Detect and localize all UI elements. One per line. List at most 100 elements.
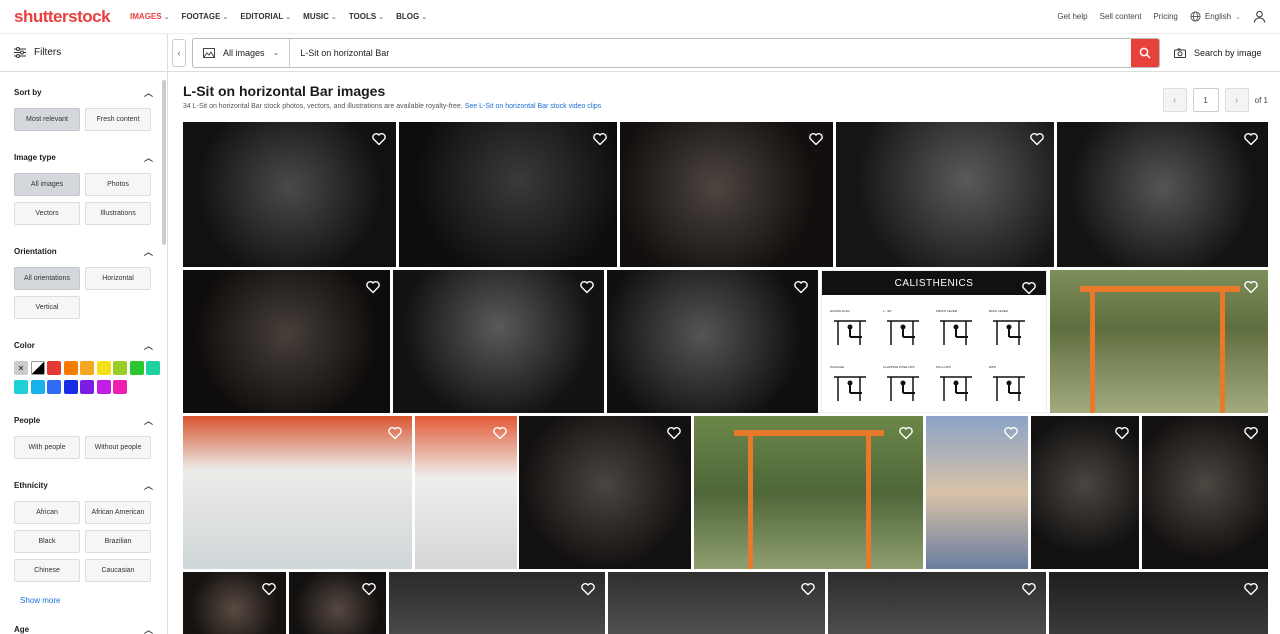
- color-swatch[interactable]: [80, 380, 94, 394]
- people-with[interactable]: With people: [14, 436, 80, 459]
- image-result[interactable]: [1142, 416, 1268, 569]
- ethnicity-african-american[interactable]: African American: [85, 501, 151, 524]
- favorite-heart-icon[interactable]: [899, 426, 913, 440]
- color-swatch[interactable]: [146, 361, 160, 375]
- color-swatch[interactable]: [113, 380, 127, 394]
- favorite-heart-icon[interactable]: [580, 280, 594, 294]
- sort-by-header[interactable]: Sort by ︿: [14, 86, 153, 99]
- color-swatch[interactable]: [47, 361, 61, 375]
- age-header[interactable]: Age ︿: [14, 623, 153, 634]
- color-swatch[interactable]: [63, 361, 78, 375]
- favorite-heart-icon[interactable]: [366, 280, 380, 294]
- color-swatch[interactable]: [129, 361, 144, 375]
- ethnicity-black[interactable]: Black: [14, 530, 80, 553]
- image-result[interactable]: [1057, 122, 1268, 267]
- language-selector[interactable]: English ⌄: [1190, 11, 1241, 22]
- type-all-images[interactable]: All images: [14, 173, 80, 196]
- orientation-horizontal[interactable]: Horizontal: [85, 267, 151, 290]
- color-swatch[interactable]: [80, 361, 94, 375]
- user-account-icon[interactable]: [1253, 10, 1266, 23]
- favorite-heart-icon[interactable]: [388, 426, 402, 440]
- search-input[interactable]: [290, 47, 1131, 58]
- nav-tools[interactable]: TOOLS ⌄: [349, 12, 384, 21]
- collapse-sidebar-button[interactable]: ‹: [172, 38, 186, 67]
- ethnicity-african[interactable]: African: [14, 501, 80, 524]
- type-illustrations[interactable]: Illustrations: [85, 202, 151, 225]
- prev-page-button[interactable]: ‹: [1162, 88, 1187, 112]
- favorite-heart-icon[interactable]: [493, 426, 507, 440]
- orientation-vertical[interactable]: Vertical: [14, 296, 80, 319]
- image-result[interactable]: [183, 416, 412, 569]
- image-result[interactable]: [694, 416, 923, 569]
- color-swatch[interactable]: [96, 380, 111, 394]
- page-input[interactable]: 1: [1192, 88, 1219, 112]
- image-result[interactable]: [183, 122, 396, 267]
- image-type-dropdown[interactable]: All images ⌄: [193, 38, 291, 67]
- get-help-link[interactable]: Get help: [1057, 12, 1087, 21]
- image-result[interactable]: [1049, 572, 1268, 634]
- favorite-heart-icon[interactable]: [801, 582, 815, 596]
- nav-footage[interactable]: FOOTAGE ⌄: [181, 12, 228, 21]
- favorite-heart-icon[interactable]: [1244, 132, 1258, 146]
- image-result[interactable]: [1031, 416, 1139, 569]
- orientation-header[interactable]: Orientation ︿: [14, 245, 153, 258]
- people-without[interactable]: Without people: [85, 436, 151, 459]
- favorite-heart-icon[interactable]: [1030, 132, 1044, 146]
- ethnicity-chinese[interactable]: Chinese: [14, 559, 80, 582]
- brand-logo[interactable]: shutterstock: [14, 7, 111, 27]
- search-by-image-button[interactable]: Search by image: [1174, 48, 1262, 58]
- people-header[interactable]: People ︿: [14, 414, 153, 427]
- color-swatch[interactable]: [113, 361, 127, 375]
- type-vectors[interactable]: Vectors: [14, 202, 80, 225]
- image-result[interactable]: [389, 572, 605, 634]
- ethnicity-brazilian[interactable]: Brazilian: [85, 530, 151, 553]
- orientation-all[interactable]: All orientations: [14, 267, 80, 290]
- black-white-swatch[interactable]: [30, 361, 45, 375]
- color-swatch[interactable]: [30, 380, 45, 394]
- no-color-swatch[interactable]: ✕: [14, 361, 28, 375]
- favorite-heart-icon[interactable]: [1022, 281, 1036, 295]
- color-swatch[interactable]: [47, 380, 61, 394]
- calisthenics-illustration[interactable]: CALISTHENICS HUMAN FLAG L - SIT FRONT LEVE…: [821, 270, 1047, 413]
- color-header[interactable]: Color ︿: [14, 339, 153, 352]
- color-swatch[interactable]: [96, 361, 111, 375]
- ethnicity-caucasian[interactable]: Caucasian: [85, 559, 151, 582]
- nav-blog[interactable]: BLOG ⌄: [396, 12, 427, 21]
- image-result[interactable]: [289, 572, 386, 634]
- image-result[interactable]: [183, 270, 390, 413]
- favorite-heart-icon[interactable]: [1244, 426, 1258, 440]
- filters-toggle[interactable]: Filters: [0, 34, 168, 71]
- image-result[interactable]: [519, 416, 691, 569]
- type-photos[interactable]: Photos: [85, 173, 151, 196]
- nav-editorial[interactable]: EDITORIAL ⌄: [240, 12, 291, 21]
- next-page-button[interactable]: ›: [1224, 88, 1249, 112]
- image-result[interactable]: [828, 572, 1046, 634]
- video-clips-link[interactable]: See L-Sit on horizontal Bar stock video …: [465, 103, 602, 110]
- sell-content-link[interactable]: Sell content: [1100, 12, 1142, 21]
- nav-images[interactable]: IMAGES ⌄: [130, 12, 169, 21]
- favorite-heart-icon[interactable]: [372, 132, 386, 146]
- favorite-heart-icon[interactable]: [809, 132, 823, 146]
- image-result[interactable]: [926, 416, 1028, 569]
- sidebar-scrollbar[interactable]: [162, 80, 166, 245]
- image-result[interactable]: [415, 416, 517, 569]
- favorite-heart-icon[interactable]: [667, 426, 681, 440]
- favorite-heart-icon[interactable]: [593, 132, 607, 146]
- favorite-heart-icon[interactable]: [362, 582, 376, 596]
- image-result[interactable]: [620, 122, 833, 267]
- show-more-link[interactable]: Show more: [14, 596, 153, 605]
- image-result[interactable]: [1050, 270, 1268, 413]
- image-result[interactable]: [836, 122, 1054, 267]
- favorite-heart-icon[interactable]: [1244, 280, 1258, 294]
- favorite-heart-icon[interactable]: [794, 280, 808, 294]
- favorite-heart-icon[interactable]: [581, 582, 595, 596]
- ethnicity-header[interactable]: Ethnicity ︿: [14, 479, 153, 492]
- image-result[interactable]: [608, 572, 825, 634]
- search-button[interactable]: [1131, 38, 1159, 67]
- color-swatch[interactable]: [63, 380, 78, 394]
- image-type-header[interactable]: Image type ︿: [14, 151, 153, 164]
- sort-most-relevant[interactable]: Most relevant: [14, 108, 80, 131]
- image-result[interactable]: [607, 270, 818, 413]
- color-swatch[interactable]: [14, 380, 28, 394]
- image-result[interactable]: [393, 270, 604, 413]
